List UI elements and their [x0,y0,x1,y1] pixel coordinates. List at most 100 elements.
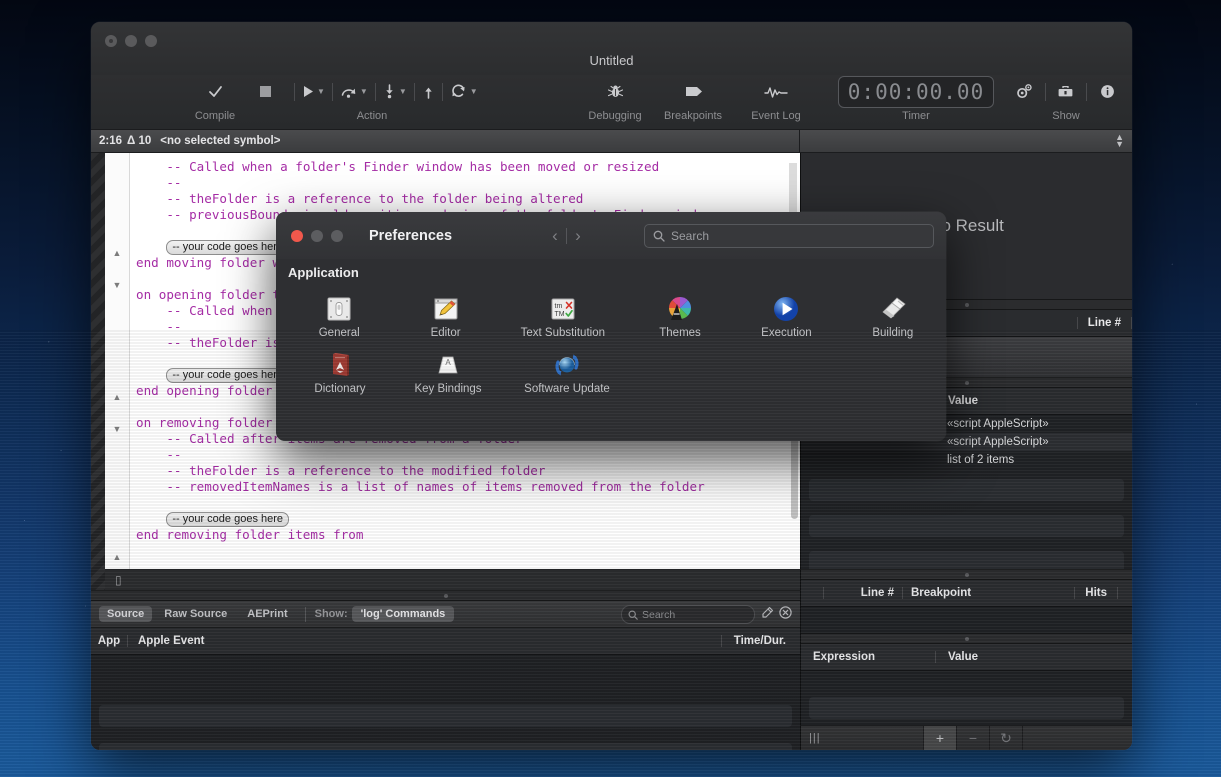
fold-triangle-down[interactable]: ▼ [105,421,129,437]
pref-item-execution[interactable]: Execution [733,289,839,345]
prefs-close-button[interactable] [291,229,303,242]
step-into-icon[interactable]: ▼ [383,79,407,105]
tab-raw-source[interactable]: Raw Source [156,606,235,622]
zoom-button[interactable] [145,35,157,47]
pref-item-themes[interactable]: Themes [627,289,733,345]
resize-grip-icon[interactable]: ||| [801,732,821,744]
tab-source[interactable]: Source [99,606,153,622]
preferences-row: General Editor tm TM Text Substitution T… [276,289,946,345]
breakpoint-tag-icon[interactable] [684,79,703,105]
run-icon[interactable]: ▼ [302,79,325,105]
chevron-down-icon[interactable]: ▼ [470,87,478,96]
variable-placeholder-row[interactable] [809,515,1124,537]
expressions-list[interactable] [801,671,1132,725]
column-bp-line-number[interactable]: Line # [823,587,902,599]
fold-triangle-up[interactable]: ▲ [105,389,129,405]
status-symbol: <no selected symbol> [160,135,281,147]
back-arrow-icon[interactable]: ‹ [544,226,566,246]
pref-item-key-bindings[interactable]: A Key Bindings [394,345,502,401]
forward-arrow-icon[interactable]: › [567,226,589,246]
close-button[interactable] [105,35,117,47]
column-line-number[interactable]: Line # [1076,317,1132,329]
toolbar-label-debugging: Debugging [588,110,642,122]
pref-item-editor[interactable]: Editor [392,289,498,345]
prefs-minimize-button[interactable] [311,229,323,242]
pref-item-software-update[interactable]: Software Update [502,345,632,401]
placeholder-token[interactable]: -- your code goes here [166,512,290,527]
expression-placeholder-row[interactable] [809,697,1124,719]
code-line-placeholder[interactable]: -- your code goes here [130,511,800,527]
step-over-icon[interactable]: ▼ [340,79,368,105]
variable-placeholder-row[interactable] [809,551,1124,569]
svg-text:TM: TM [554,311,564,318]
chevron-down-icon[interactable]: ▼ [399,87,407,96]
editor-stripe-ruler [91,153,105,590]
editor-splitter[interactable] [91,590,800,601]
step-out-icon[interactable] [422,79,435,105]
close-log-icon[interactable] [779,606,792,624]
tab-aeprint[interactable]: AEPrint [239,606,295,622]
placeholder-token[interactable]: -- your code goes here [166,368,290,383]
breakpoints-splitter[interactable] [801,569,1132,580]
toolbox-icon[interactable] [1053,79,1080,105]
variable-value: «script AppleScript» [947,436,1049,448]
minimize-button[interactable] [125,35,137,47]
remove-expression-button[interactable]: − [957,726,990,750]
add-expression-button[interactable]: + [923,726,957,750]
show-filter-value[interactable]: 'log' Commands [351,606,455,622]
prefs-zoom-button[interactable] [331,229,343,242]
column-expression[interactable]: Expression [801,651,935,663]
fold-triangle-up[interactable]: ▲ [105,245,129,261]
search-icon [628,609,638,620]
search-icon [653,230,665,242]
pref-item-building[interactable]: Building [840,289,946,345]
toolbar-group-action: ▼ ▼ ▼ ▼ Action [287,75,501,129]
expressions-splitter[interactable] [801,633,1132,644]
pref-label-building: Building [872,327,914,339]
column-breakpoint[interactable]: Breakpoint [902,587,971,599]
breakpoints-list[interactable] [801,607,1132,633]
placeholder-token[interactable]: -- your code goes here [166,240,290,255]
checkmark-icon[interactable] [200,79,230,105]
variable-row[interactable]: list of 2 items [801,451,1132,469]
themes-colorwheel-icon [666,295,694,323]
fold-triangle-up[interactable]: ▲ [105,549,129,565]
column-value[interactable]: Value [935,395,1132,407]
preferences-section-title: Application [276,259,946,285]
log-column-app[interactable]: App [91,635,127,647]
symbol-stepper[interactable]: ▲ ▼ [1115,133,1124,149]
record-icon[interactable]: ▼ [450,79,478,105]
fold-triangle-down[interactable]: ▼ [105,277,129,293]
pref-label-key-bindings: Key Bindings [414,383,482,395]
pref-label-dictionary: Dictionary [314,383,366,395]
log-row[interactable] [99,705,792,727]
pref-item-dictionary[interactable]: Dictionary [286,345,394,401]
variable-placeholder-row[interactable] [809,479,1124,501]
column-expr-value[interactable]: Value [935,651,1132,663]
clear-log-icon[interactable] [761,606,774,624]
preferences-search-field[interactable]: Search [644,223,934,248]
fold-gutter[interactable]: ▲ ▼ ▲ ▼ ▲ [105,153,130,590]
code-bottom-bar: ▯ [105,569,800,590]
refresh-expression-button[interactable]: ↻ [990,726,1023,750]
log-column-apple-event[interactable]: Apple Event [127,635,204,647]
log-tab-bar: Source Raw Source AEPrint Show: 'log' Co… [91,601,800,628]
bug-icon[interactable] [607,79,624,105]
log-row[interactable] [99,667,792,689]
log-row[interactable] [99,743,792,750]
pref-item-general[interactable]: General [286,289,392,345]
pref-item-text-substitution[interactable]: tm TM Text Substitution [499,289,627,345]
log-column-time-dur[interactable]: Time/Dur. [720,635,786,647]
toolbar-label-show: Show [1052,110,1080,122]
execution-play-icon [772,295,800,323]
stop-icon[interactable] [251,79,279,105]
chevron-down-icon[interactable]: ▼ [317,87,325,96]
waveform-icon[interactable] [764,79,788,105]
chevron-down-icon[interactable]: ▼ [360,87,368,96]
dictionary-book-icon [326,351,354,379]
gears-icon[interactable] [1011,79,1038,105]
info-icon[interactable] [1094,79,1121,105]
log-search-field[interactable]: Search [621,605,755,624]
column-hits[interactable]: Hits [1074,587,1118,599]
